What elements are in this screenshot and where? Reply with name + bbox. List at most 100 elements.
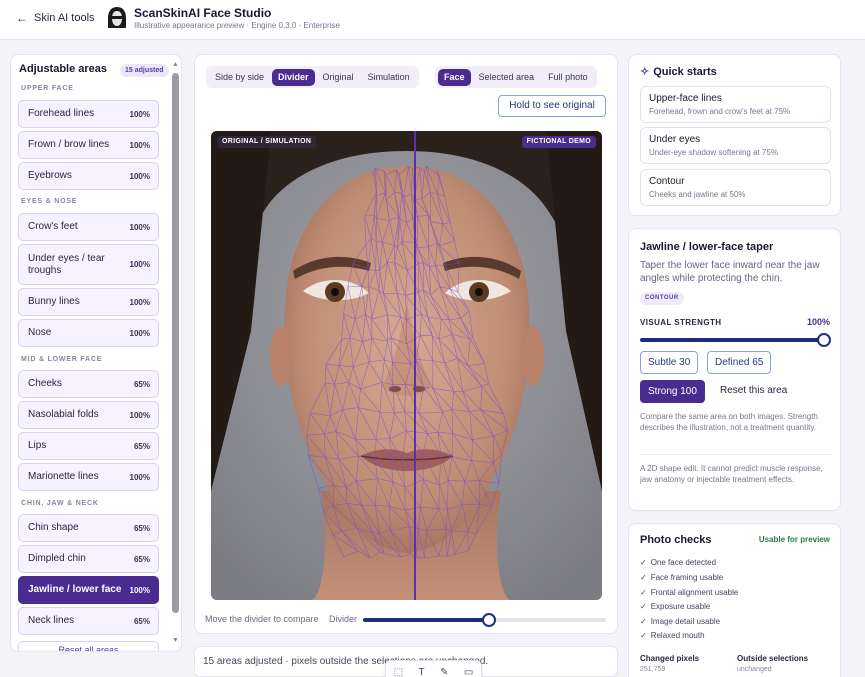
hold-to-see-original-button[interactable]: Hold to see original — [498, 95, 606, 117]
face-illustration — [211, 131, 602, 600]
scope-mode-full-photo[interactable]: Full photo — [542, 69, 594, 86]
scroll-down-icon[interactable]: ▼ — [172, 637, 179, 644]
panel-title: Adjustable areas — [19, 63, 108, 75]
scope-mode-face[interactable]: Face — [438, 68, 471, 86]
view-mode-divider[interactable]: Divider — [272, 68, 315, 86]
area-value: 100% — [129, 410, 150, 420]
quick-starts-label: Quick starts — [653, 65, 717, 78]
scope-mode-selected-area[interactable]: Selected area — [473, 69, 541, 86]
area-value: 100% — [129, 585, 150, 595]
photo-checks-card: Photo checks Usable for preview ✓ One fac… — [628, 523, 841, 677]
area-item-marionette-lines[interactable]: Marionette lines 100% — [18, 463, 159, 491]
area-value: 65% — [133, 441, 150, 451]
app-header: ← Skin AI tools ScanSkinAI Face Studio I… — [0, 0, 865, 40]
view-mode-simulation[interactable]: Simulation — [362, 69, 416, 86]
area-item-lips[interactable]: Lips 65% — [18, 432, 159, 460]
reset-area-button[interactable]: Reset this area — [720, 385, 787, 396]
area-name: Crow's feet — [28, 221, 78, 232]
area-name: Neck lines — [28, 615, 75, 626]
area-name: Jawline / lower face — [28, 584, 122, 595]
area-item-jawline-lower-face[interactable]: Jawline / lower face 100% — [18, 576, 159, 604]
quick-start-under-eyes[interactable]: Under eyes Under-eye shadow softening at… — [640, 127, 831, 164]
preset-strong-button[interactable]: Strong 100 — [640, 380, 705, 403]
app-title: ScanSkinAI Face Studio — [134, 6, 272, 20]
scroll-up-icon[interactable]: ▲ — [172, 61, 179, 68]
outside-selections-label: Outside selections — [737, 654, 809, 663]
photo-checks-status: Usable for preview — [758, 535, 830, 544]
area-category-tag: CONTOUR — [640, 292, 684, 305]
check-icon: ✓ — [640, 573, 647, 582]
area-item-nasolabial-folds[interactable]: Nasolabial folds 100% — [18, 401, 159, 429]
check-icon: ✓ — [640, 588, 647, 597]
app-logo — [108, 7, 126, 28]
area-value: 100% — [129, 472, 150, 482]
quick-start-upper-face[interactable]: Upper-face lines Forehead, frown and cro… — [640, 86, 831, 123]
area-name: Cheeks — [28, 378, 62, 389]
divider-slider-handle[interactable] — [482, 613, 497, 627]
area-value: 100% — [129, 328, 150, 338]
check-icon: ✓ — [640, 602, 647, 611]
sparkle-icon: ✧ — [640, 66, 650, 78]
quick-start-name: Upper-face lines — [649, 93, 722, 104]
check-item: ✓ Exposure usable — [640, 602, 711, 611]
pen-icon[interactable]: ✎ — [440, 667, 448, 677]
floating-toolbar: ⬚ T ✎ ▭ — [385, 660, 482, 677]
back-link-label: Skin AI tools — [34, 12, 95, 24]
area-item-dimpled-chin[interactable]: Dimpled chin 65% — [18, 545, 159, 573]
area-name: Dimpled chin — [28, 553, 86, 564]
face-comparison-image[interactable]: ORIGINAL / SIMULATION FICTIONAL DEMO — [211, 131, 602, 600]
preset-defined-button[interactable]: Defined 65 — [707, 351, 772, 374]
check-item: ✓ Face framing usable — [640, 573, 724, 582]
strength-label: VISUAL STRENGTH — [640, 318, 722, 327]
area-value: 100% — [129, 140, 150, 150]
check-icon: ✓ — [640, 631, 647, 640]
shape-icon[interactable]: ▭ — [464, 667, 473, 677]
area-detail-title: Jawline / lower-face taper — [640, 241, 774, 253]
adjusted-count-badge: 15 adjusted — [120, 64, 169, 77]
divider-slider[interactable] — [363, 613, 606, 627]
section-label: MID & LOWER FACE — [21, 356, 103, 363]
view-mode-side-by-side[interactable]: Side by side — [209, 69, 270, 86]
scope-mode-toggle: Face Selected area Full photo — [435, 66, 597, 88]
area-name: Marionette lines — [28, 471, 99, 482]
view-mode-toggle: Side by side Divider Original Simulation — [206, 66, 419, 88]
area-item-crows-feet[interactable]: Crow's feet 100% — [18, 213, 159, 241]
strength-slider[interactable] — [640, 333, 831, 347]
section-label: CHIN, JAW & NECK — [21, 500, 99, 507]
area-item-chin-shape[interactable]: Chin shape 65% — [18, 514, 159, 542]
area-value: 100% — [129, 297, 150, 307]
scrollbar-thumb[interactable] — [172, 73, 179, 613]
back-link[interactable]: ← Skin AI tools — [16, 11, 95, 25]
strength-value: 100% — [806, 317, 830, 327]
area-item-neck-lines[interactable]: Neck lines 65% — [18, 607, 159, 635]
strength-slider-fill — [640, 338, 824, 342]
area-item-under-eyes[interactable]: Under eyes / tear troughs 100% — [18, 244, 159, 285]
fictional-demo-tag: FICTIONAL DEMO — [521, 136, 596, 148]
scrollbar[interactable]: ▲ ▼ — [171, 59, 179, 649]
area-item-bunny-lines[interactable]: Bunny lines 100% — [18, 288, 159, 316]
area-detail-description: Taper the lower face inward near the jaw… — [640, 260, 820, 284]
check-icon: ✓ — [640, 617, 647, 626]
area-item-cheeks[interactable]: Cheeks 65% — [18, 370, 159, 398]
area-item-nose[interactable]: Nose 100% — [18, 319, 159, 347]
preset-subtle-button[interactable]: Subtle 30 — [640, 351, 699, 374]
divider-slider-fill — [363, 618, 490, 622]
check-item: ✓ Image detail usable — [640, 617, 721, 626]
app-subtitle: Illustrative appearance preview · Engine… — [134, 21, 340, 30]
area-value: 100% — [129, 260, 150, 269]
area-item-eyebrows[interactable]: Eyebrows 100% — [18, 162, 159, 190]
area-item-forehead-lines[interactable]: Forehead lines 100% — [18, 100, 159, 128]
reset-all-button[interactable]: Reset all areas — [18, 641, 159, 651]
view-mode-original[interactable]: Original — [317, 69, 360, 86]
quick-start-desc: Cheeks and jawline at 50% — [649, 190, 746, 199]
area-value: 100% — [129, 222, 150, 232]
quick-start-name: Contour — [649, 176, 685, 187]
quick-start-contour[interactable]: Contour Cheeks and jawline at 50% — [640, 169, 831, 206]
area-item-frown-brow-lines[interactable]: Frown / brow lines 100% — [18, 131, 159, 159]
select-icon[interactable]: ⬚ — [394, 667, 403, 677]
strength-slider-handle[interactable] — [817, 333, 831, 347]
text-icon[interactable]: T — [419, 667, 425, 677]
outside-selections-value: unchanged — [737, 666, 772, 673]
strength-note: Compare the same area on both images. St… — [640, 412, 818, 432]
area-name: Under eyes / tear troughs — [28, 252, 105, 276]
